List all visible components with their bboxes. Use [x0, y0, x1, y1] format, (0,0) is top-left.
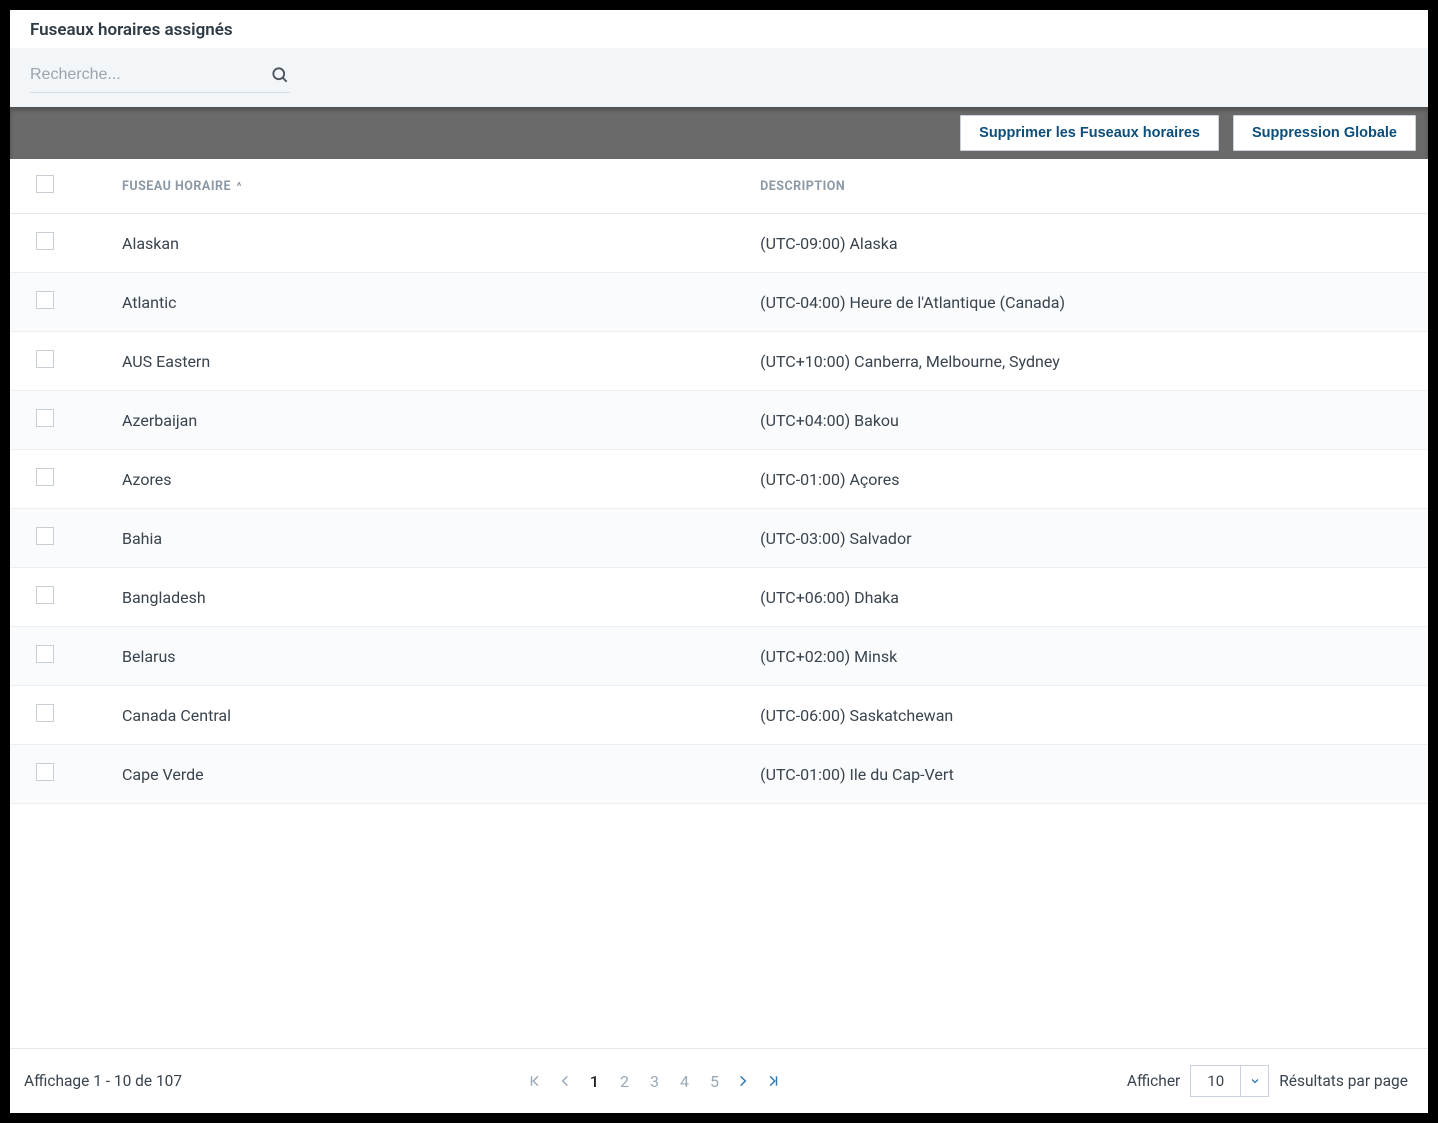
row-checkbox[interactable]: [36, 527, 54, 545]
results-per-page-label: Résultats par page: [1279, 1072, 1408, 1090]
row-description: (UTC+02:00) Minsk: [748, 627, 1428, 686]
table-footer: Affichage 1 - 10 de 107 12345 Afficher 1…: [10, 1048, 1428, 1113]
column-header-name-label: FUSEAU HORAIRE: [122, 179, 231, 194]
row-checkbox[interactable]: [36, 586, 54, 604]
first-page-icon[interactable]: [528, 1074, 542, 1088]
row-name: Azores: [110, 450, 748, 509]
row-name: AUS Eastern: [110, 332, 748, 391]
row-name: Bangladesh: [110, 568, 748, 627]
row-checkbox[interactable]: [36, 468, 54, 486]
page-number[interactable]: 5: [708, 1072, 720, 1091]
action-toolbar: Supprimer les Fuseaux horaires Suppressi…: [10, 107, 1428, 159]
page-size-control: Afficher 10 Résultats par page: [1127, 1065, 1418, 1097]
row-checkbox-cell: [10, 214, 110, 273]
search-bar: [10, 48, 1428, 107]
row-name: Belarus: [110, 627, 748, 686]
row-checkbox-cell: [10, 627, 110, 686]
page-number[interactable]: 1: [588, 1072, 600, 1091]
row-checkbox[interactable]: [36, 409, 54, 427]
row-name: Alaskan: [110, 214, 748, 273]
showing-label: Affichage 1 - 10 de 107: [20, 1072, 182, 1090]
column-header-description[interactable]: DESCRIPTION: [748, 159, 1428, 214]
table-row[interactable]: Belarus(UTC+02:00) Minsk: [10, 627, 1428, 686]
search-icon[interactable]: [270, 65, 290, 85]
global-delete-button[interactable]: Suppression Globale: [1233, 115, 1416, 151]
delete-timezones-button[interactable]: Supprimer les Fuseaux horaires: [960, 115, 1219, 151]
column-header-description-label: DESCRIPTION: [760, 179, 845, 194]
row-checkbox[interactable]: [36, 645, 54, 663]
row-description: (UTC-04:00) Heure de l'Atlantique (Canad…: [748, 273, 1428, 332]
table-row[interactable]: Alaskan(UTC-09:00) Alaska: [10, 214, 1428, 273]
row-checkbox[interactable]: [36, 704, 54, 722]
table-row[interactable]: Bahia(UTC-03:00) Salvador: [10, 509, 1428, 568]
last-page-icon[interactable]: [766, 1074, 780, 1088]
row-checkbox-cell: [10, 332, 110, 391]
timezones-table: FUSEAU HORAIRE ^ DESCRIPTION Alaskan(UTC…: [10, 159, 1428, 804]
row-description: (UTC+04:00) Bakou: [748, 391, 1428, 450]
header-checkbox-cell: [10, 159, 110, 214]
table-row[interactable]: Bangladesh(UTC+06:00) Dhaka: [10, 568, 1428, 627]
next-page-icon[interactable]: [736, 1074, 750, 1088]
table-row[interactable]: Atlantic(UTC-04:00) Heure de l'Atlantiqu…: [10, 273, 1428, 332]
chevron-down-icon: [1240, 1066, 1268, 1096]
table-row[interactable]: Azores(UTC-01:00) Açores: [10, 450, 1428, 509]
row-description: (UTC+06:00) Dhaka: [748, 568, 1428, 627]
search-field-wrap: [30, 62, 290, 93]
row-description: (UTC-01:00) Ile du Cap-Vert: [748, 745, 1428, 804]
row-checkbox-cell: [10, 273, 110, 332]
page-number[interactable]: 2: [618, 1072, 630, 1091]
page-size-select[interactable]: 10: [1190, 1065, 1269, 1097]
panel-title: Fuseaux horaires assignés: [10, 10, 1428, 48]
row-name: Bahia: [110, 509, 748, 568]
row-checkbox-cell: [10, 568, 110, 627]
row-checkbox-cell: [10, 509, 110, 568]
row-checkbox[interactable]: [36, 232, 54, 250]
table-row[interactable]: Cape Verde(UTC-01:00) Ile du Cap-Vert: [10, 745, 1428, 804]
row-description: (UTC-03:00) Salvador: [748, 509, 1428, 568]
page-number[interactable]: 3: [648, 1072, 660, 1091]
page-size-value: 10: [1191, 1066, 1240, 1096]
paginator: 12345: [528, 1072, 780, 1091]
row-description: (UTC-09:00) Alaska: [748, 214, 1428, 273]
row-description: (UTC-06:00) Saskatchewan: [748, 686, 1428, 745]
row-checkbox-cell: [10, 450, 110, 509]
table-container: FUSEAU HORAIRE ^ DESCRIPTION Alaskan(UTC…: [10, 159, 1428, 1048]
table-row[interactable]: AUS Eastern(UTC+10:00) Canberra, Melbour…: [10, 332, 1428, 391]
row-checkbox[interactable]: [36, 763, 54, 781]
afficher-label: Afficher: [1127, 1072, 1180, 1090]
row-description: (UTC+10:00) Canberra, Melbourne, Sydney: [748, 332, 1428, 391]
search-input[interactable]: [30, 62, 270, 88]
row-checkbox-cell: [10, 391, 110, 450]
column-header-name[interactable]: FUSEAU HORAIRE ^: [110, 159, 748, 214]
select-all-checkbox[interactable]: [36, 175, 54, 193]
table-row[interactable]: Azerbaijan(UTC+04:00) Bakou: [10, 391, 1428, 450]
row-name: Azerbaijan: [110, 391, 748, 450]
sort-asc-icon: ^: [237, 180, 242, 193]
table-row[interactable]: Canada Central(UTC-06:00) Saskatchewan: [10, 686, 1428, 745]
page-number[interactable]: 4: [678, 1072, 690, 1091]
timezones-panel: Fuseaux horaires assignés Supprimer les …: [10, 10, 1428, 1113]
prev-page-icon[interactable]: [558, 1074, 572, 1088]
row-checkbox-cell: [10, 686, 110, 745]
row-name: Cape Verde: [110, 745, 748, 804]
row-checkbox[interactable]: [36, 291, 54, 309]
row-name: Atlantic: [110, 273, 748, 332]
row-checkbox[interactable]: [36, 350, 54, 368]
row-name: Canada Central: [110, 686, 748, 745]
row-checkbox-cell: [10, 745, 110, 804]
row-description: (UTC-01:00) Açores: [748, 450, 1428, 509]
